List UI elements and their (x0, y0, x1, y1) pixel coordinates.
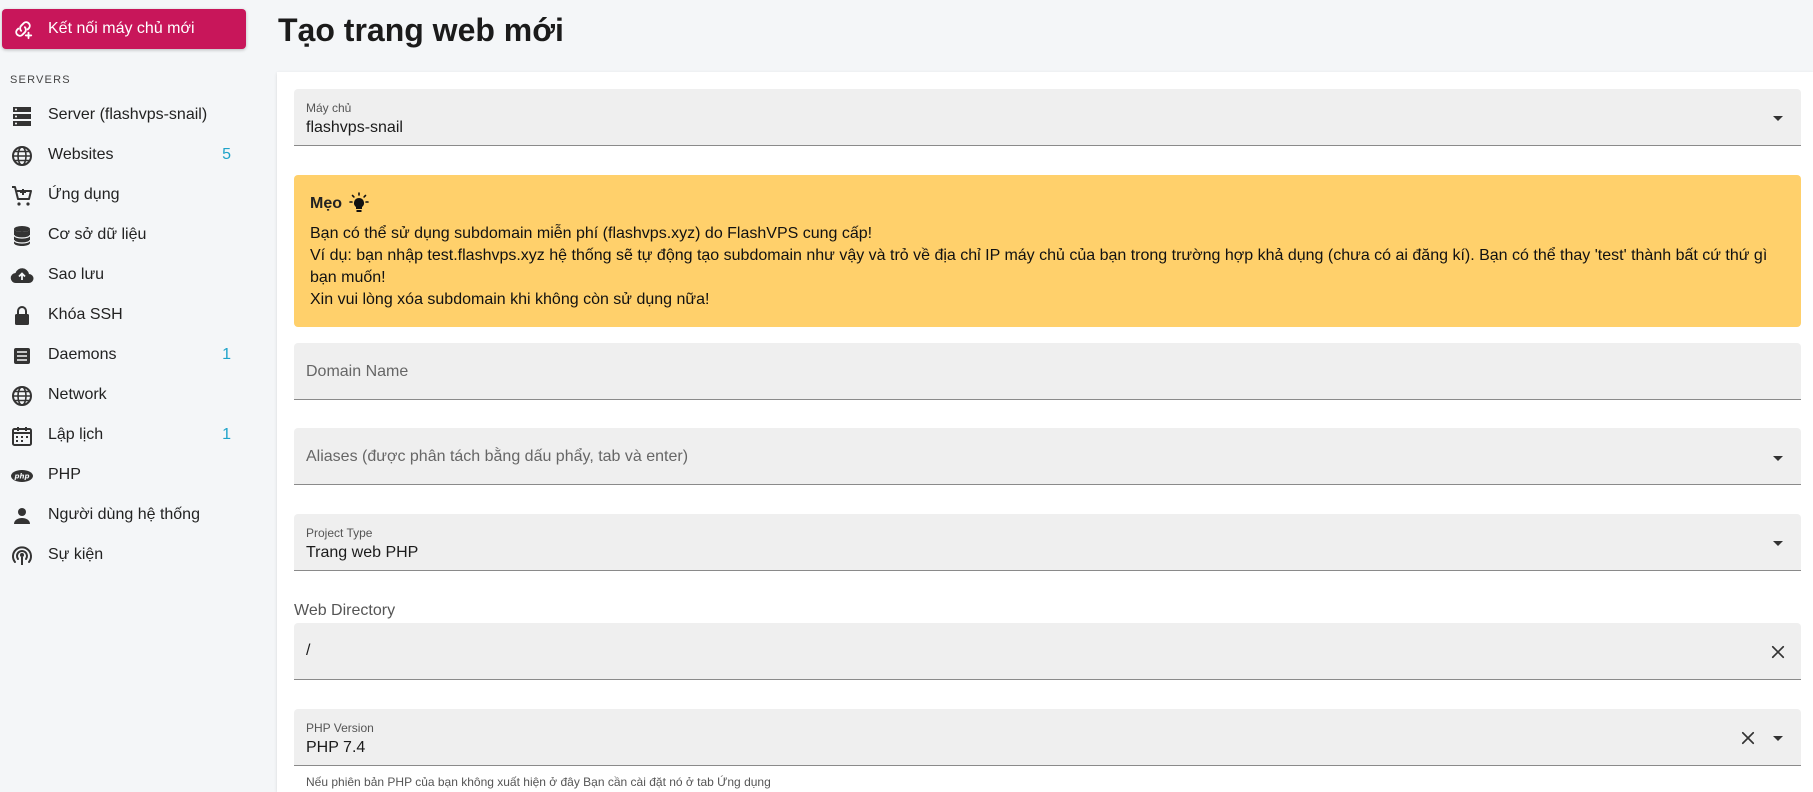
project-type-select[interactable]: Project Type Trang web PHP (294, 514, 1801, 571)
websites-count-badge: 5 (222, 146, 231, 163)
php-version-hint: Nếu phiên bản PHP của bạn không xuất hiệ… (306, 775, 771, 789)
daemons-count-badge: 1 (222, 346, 231, 363)
globe-icon (12, 146, 32, 166)
php-version-value: PHP 7.4 (306, 739, 366, 756)
sidebar-item-daemons[interactable]: Daemons 1 (0, 336, 250, 376)
sidebar-item-events[interactable]: Sự kiện (0, 536, 250, 576)
server-select-value: flashvps-snail (306, 119, 403, 136)
svg-text:php: php (13, 473, 29, 481)
sidebar-item-label: Ứng dụng (48, 186, 120, 203)
domain-name-field[interactable]: Domain Name (294, 343, 1801, 400)
sidebar-item-network[interactable]: Network (0, 376, 250, 416)
daemon-icon (14, 348, 30, 364)
chevron-down-icon[interactable] (1773, 456, 1783, 461)
sidebar-item-label: Daemons (48, 346, 117, 363)
cloud-upload-icon (10, 268, 34, 284)
tip-title-text: Mẹo (310, 195, 342, 212)
close-icon[interactable] (1769, 643, 1787, 661)
aliases-placeholder: Aliases (được phân tách bằng dấu phẩy, t… (306, 448, 689, 465)
web-directory-label: Web Directory (294, 602, 396, 619)
sidebar-item-label: Sao lưu (48, 266, 105, 283)
aliases-field[interactable]: Aliases (được phân tách bằng dấu phẩy, t… (294, 428, 1801, 485)
sidebar-item-label: Người dùng hệ thống (48, 506, 200, 523)
globe-icon (12, 386, 32, 406)
schedule-count-badge: 1 (222, 426, 231, 443)
project-type-label: Project Type (306, 526, 373, 540)
tip-line-1: Bạn có thể sử dụng subdomain miễn phí (f… (310, 225, 873, 242)
sidebar-item-label: Sự kiện (48, 546, 104, 563)
server-select-label: Máy chủ (306, 101, 352, 115)
sidebar-item-label: Cơ sở dữ liệu (48, 226, 147, 243)
sidebar-item-label: Server (flashvps-snail) (48, 106, 208, 123)
sidebar-item-label: Network (48, 386, 107, 403)
sidebar-item-label: Khóa SSH (48, 306, 123, 323)
close-icon[interactable] (1739, 729, 1757, 747)
lock-icon (15, 306, 29, 325)
sidebar-item-system-users[interactable]: Người dùng hệ thống (0, 496, 250, 536)
sidebar-item-ssh-keys[interactable]: Khóa SSH (0, 296, 250, 336)
sidebar-item-server[interactable]: Server (flashvps-snail) (0, 96, 250, 136)
php-version-select[interactable]: PHP Version PHP 7.4 (294, 709, 1801, 766)
chevron-down-icon[interactable] (1773, 541, 1783, 546)
server-icon (13, 107, 31, 126)
project-type-value: Trang web PHP (306, 544, 419, 561)
sidebar-item-label: PHP (48, 466, 81, 483)
php-icon: php (11, 470, 33, 482)
sidebar-nav: Server (flashvps-snail) Websites 5 Ứng d… (0, 96, 250, 576)
chevron-down-icon[interactable] (1773, 736, 1783, 741)
php-version-label: PHP Version (306, 721, 374, 735)
link-plus-icon (15, 21, 33, 40)
tip-title: Mẹo (310, 192, 371, 216)
database-icon (13, 226, 31, 246)
calendar-icon (12, 427, 32, 446)
tip-content: Bạn có thể sử dụng subdomain miễn phí (f… (310, 223, 1785, 311)
connect-new-server-label: Kết nối máy chủ mới (48, 20, 195, 37)
sidebar-item-php[interactable]: php PHP (0, 456, 250, 496)
sidebar-item-label: Websites (48, 146, 114, 163)
server-select[interactable]: Máy chủ flashvps-snail (294, 89, 1801, 146)
lightbulb-icon (349, 192, 369, 212)
cart-icon (12, 186, 32, 206)
domain-name-placeholder: Domain Name (306, 363, 409, 380)
web-directory-value: / (306, 642, 311, 659)
broadcast-icon (12, 546, 32, 565)
sidebar-item-label: Lập lịch (48, 426, 104, 443)
person-icon (14, 508, 30, 524)
page-title: Tạo trang web mới (278, 12, 564, 48)
tip-line-2: Ví dụ: bạn nhập test.flashvps.xyz hệ thố… (310, 247, 1768, 286)
sidebar-item-backup[interactable]: Sao lưu (0, 256, 250, 296)
sidebar-item-database[interactable]: Cơ sở dữ liệu (0, 216, 250, 256)
chevron-down-icon[interactable] (1773, 116, 1783, 121)
servers-section-title: SERVERS (10, 74, 71, 86)
tip-line-3: Xin vui lòng xóa subdomain khi không còn… (310, 291, 710, 308)
sidebar-item-apps[interactable]: Ứng dụng (0, 176, 250, 216)
sidebar-item-schedule[interactable]: Lập lịch 1 (0, 416, 250, 456)
sidebar-item-websites[interactable]: Websites 5 (0, 136, 250, 176)
sidebar: Kết nối máy chủ mới SERVERS Server (flas… (0, 0, 250, 792)
connect-new-server-button[interactable]: Kết nối máy chủ mới (2, 9, 246, 49)
tip-box: Mẹo Bạn có thể sử dụng subdomain miễn ph… (294, 175, 1801, 327)
web-directory-field[interactable]: / (294, 623, 1801, 680)
